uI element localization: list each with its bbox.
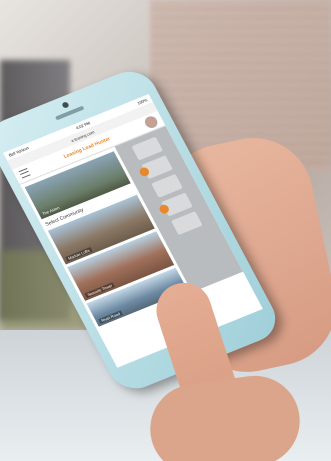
panel-tile[interactable] <box>170 211 203 236</box>
orange-dot-icon <box>137 166 151 178</box>
photo-scene: Bell Verizon 4:02 PM 100% a leasing.com … <box>0 0 331 461</box>
banner-label: The Aston <box>41 205 61 217</box>
community-card-label: Rivet Road <box>98 310 123 324</box>
orange-dot-icon <box>157 203 171 215</box>
